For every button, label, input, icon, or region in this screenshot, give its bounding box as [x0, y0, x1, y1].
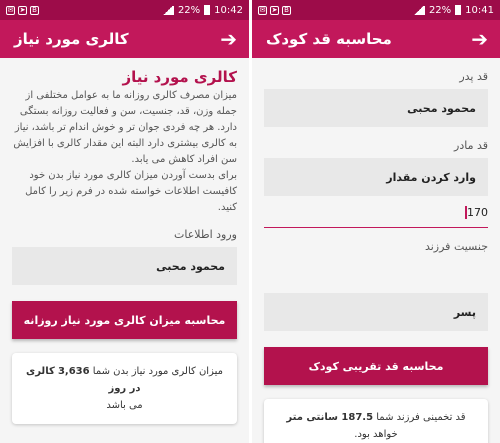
- signal-icon: [161, 5, 174, 15]
- father-height-label: قد پدر: [459, 70, 488, 83]
- battery-percent: 22%: [177, 4, 201, 16]
- child-gender-label: جنسیت فرزند: [424, 240, 488, 253]
- telegram-icon: ➤: [18, 5, 27, 15]
- status-bar: ✉ ➤ B 22% 10:41: [252, 0, 500, 20]
- status-bar: ✉ ➤ B 22% 10:42: [0, 0, 249, 20]
- result-suffix: می باشد: [106, 400, 143, 411]
- main-content: کالری مورد نیاز میزان مصرف کالری روزانه …: [0, 68, 249, 424]
- left-screen: ✉ ➤ B 22% 10:42 کالری مورد نیاز ➔ کالری …: [0, 0, 249, 443]
- telegram-icon: ➤: [270, 5, 279, 15]
- mother-height-value: 170: [467, 206, 488, 219]
- status-icons-left: ✉ ➤ B: [258, 5, 291, 15]
- battery-icon: [455, 5, 462, 15]
- status-time: 10:42: [214, 4, 243, 16]
- toolbar-title: کالری مورد نیاز: [14, 30, 129, 48]
- app-icon: B: [282, 5, 291, 15]
- status-icons-left: ✉ ➤ B: [6, 5, 39, 15]
- toolbar-title: محاسبه قد کودک: [266, 30, 392, 48]
- result-suffix: خواهد بود.: [354, 429, 398, 440]
- battery-percent: 22%: [428, 4, 452, 16]
- arrow-right-icon[interactable]: ➔: [471, 29, 488, 49]
- calculate-height-button[interactable]: محاسبه قد تقریبی کودک: [264, 347, 488, 385]
- mother-height-label: قد مادر: [454, 139, 488, 152]
- text-cursor: [465, 206, 467, 219]
- toolbar: کالری مورد نیاز ➔: [0, 20, 249, 58]
- result-value: 3,636: [57, 366, 90, 377]
- right-screen: ✉ ➤ B 22% 10:41 محاسبه قد کودک ➔ قد پدر …: [252, 0, 500, 443]
- status-icons-right: 22% 10:42: [161, 4, 243, 16]
- description-text: میزان مصرف کالری روزانه ما به عوامل مختل…: [13, 90, 237, 213]
- notification-icon: ✉: [258, 5, 267, 15]
- calculate-calorie-button[interactable]: محاسبه میزان کالری مورد نیاز روزانه: [12, 301, 237, 339]
- arrow-right-icon[interactable]: ➔: [220, 29, 237, 49]
- app-icon: B: [30, 5, 39, 15]
- status-icons-right: 22% 10:41: [412, 4, 494, 16]
- signal-icon: [412, 5, 425, 15]
- input-section-label: ورود اطلاعات: [174, 228, 237, 241]
- status-time: 10:41: [465, 4, 494, 16]
- main-content: قد پدر محمود محبی قد مادر وارد کردن مقدا…: [252, 70, 500, 443]
- notification-icon: ✉: [6, 5, 15, 15]
- result-prefix: میزان کالری مورد نیاز بدن شما: [92, 366, 223, 377]
- result-value: 187.5 سانتی متر: [286, 412, 374, 423]
- page-heading: کالری مورد نیاز: [122, 68, 237, 86]
- father-height-field[interactable]: محمود محبی: [264, 89, 488, 127]
- battery-icon: [204, 5, 211, 15]
- name-field[interactable]: محمود محبی: [12, 247, 237, 285]
- result-prefix: قد تخمینی فرزند شما: [376, 412, 466, 423]
- mother-placeholder-field[interactable]: وارد کردن مقدار: [264, 158, 488, 196]
- result-card: میزان کالری مورد نیاز بدن شما 3,636 کالر…: [12, 353, 237, 424]
- child-gender-field[interactable]: پسر: [264, 293, 488, 331]
- toolbar: محاسبه قد کودک ➔: [252, 20, 500, 58]
- mother-height-input[interactable]: 170: [264, 198, 488, 228]
- result-card: قد تخمینی فرزند شما 187.5 سانتی متر خواه…: [264, 399, 488, 443]
